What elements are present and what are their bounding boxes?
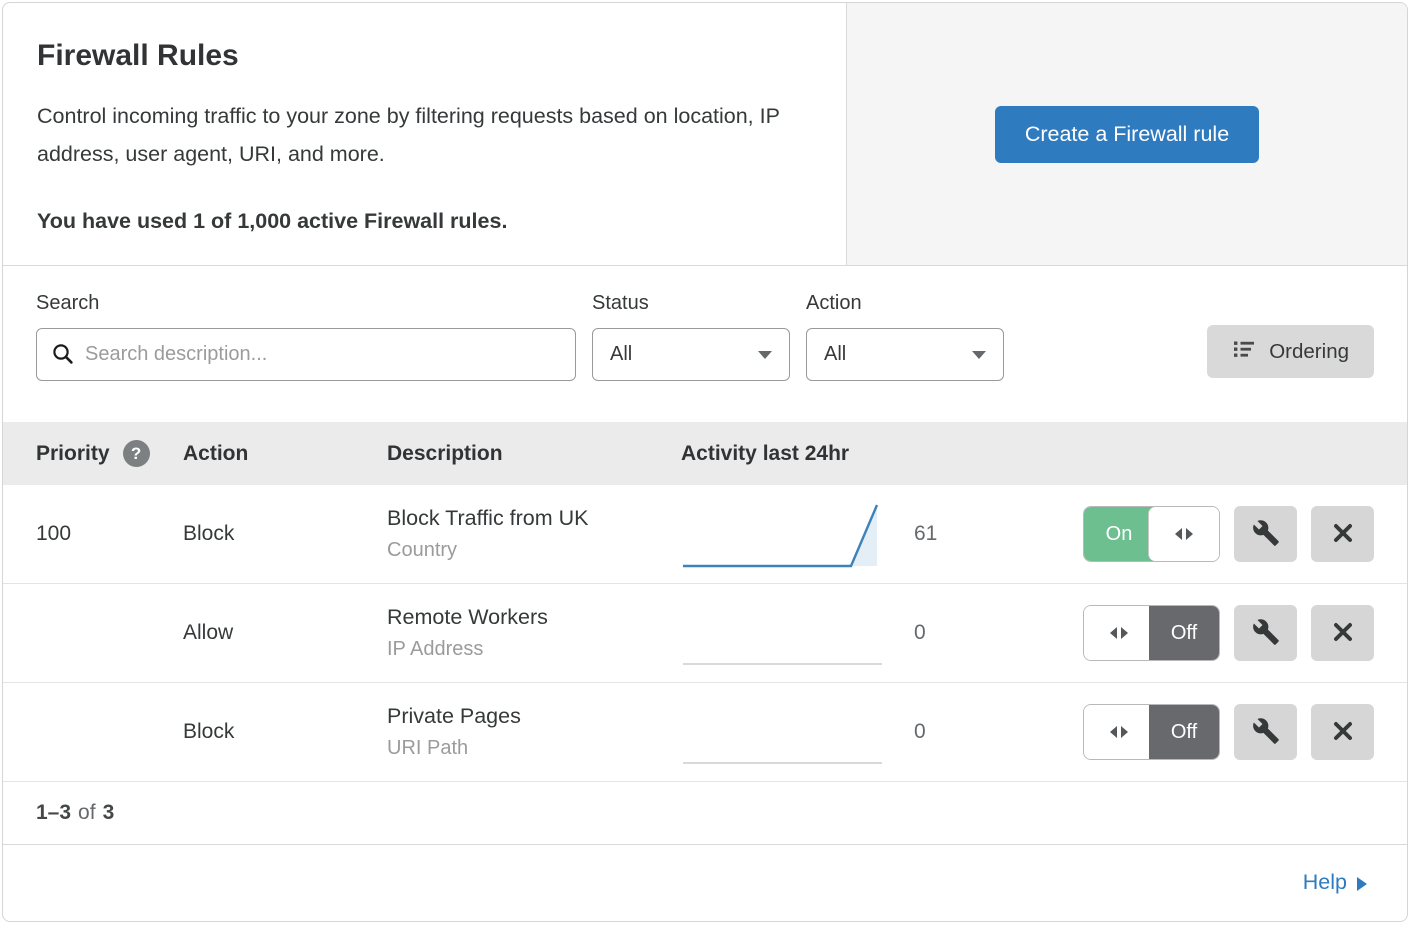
close-icon — [1330, 520, 1356, 549]
status-selected-value: All — [610, 343, 632, 366]
search-label: Search — [36, 292, 576, 315]
activity-count: 0 — [914, 720, 954, 744]
arrow-left-icon — [1175, 528, 1182, 540]
rule-priority: 100 — [3, 522, 183, 546]
arrow-left-icon — [1110, 726, 1117, 738]
toggle-state-label: Off — [1149, 705, 1219, 759]
rule-action: Block — [183, 720, 387, 744]
activity-sparkline — [681, 693, 886, 771]
toggle-drag-handle[interactable] — [1084, 705, 1155, 759]
action-select[interactable]: All — [806, 328, 1004, 381]
search-input[interactable] — [36, 328, 576, 381]
rule-description: Block Traffic from UK — [387, 506, 681, 531]
close-icon — [1330, 619, 1356, 648]
pagination-total: 3 — [103, 801, 115, 825]
create-firewall-rule-button[interactable]: Create a Firewall rule — [995, 106, 1259, 163]
rule-enabled-toggle[interactable]: Off — [1083, 704, 1220, 760]
chevron-down-icon — [758, 351, 772, 359]
chevron-right-icon — [1357, 877, 1367, 891]
column-activity: Activity last 24hr — [681, 442, 1067, 466]
rule-enabled-toggle[interactable]: Off — [1083, 605, 1220, 661]
toggle-state-label: Off — [1149, 606, 1219, 660]
ordering-button-label: Ordering — [1269, 340, 1349, 364]
ordering-list-icon — [1232, 337, 1256, 367]
rule-description: Private Pages — [387, 704, 681, 729]
column-priority: Priority — [36, 442, 110, 466]
firewall-rules-panel: Firewall Rules Control incoming traffic … — [2, 2, 1408, 922]
rule-type: URI Path — [387, 737, 681, 760]
table-row: 100 Block Block Traffic from UK Country … — [3, 485, 1407, 584]
table-header: Priority ? Action Description Activity l… — [3, 422, 1407, 485]
delete-rule-button[interactable] — [1311, 605, 1374, 661]
action-selected-value: All — [824, 343, 846, 366]
close-icon — [1330, 718, 1356, 747]
wrench-icon — [1252, 618, 1280, 649]
edit-rule-button[interactable] — [1234, 704, 1297, 760]
rule-description: Remote Workers — [387, 605, 681, 630]
ordering-button[interactable]: Ordering — [1207, 325, 1374, 378]
edit-rule-button[interactable] — [1234, 605, 1297, 661]
activity-sparkline — [681, 495, 886, 573]
activity-count: 61 — [914, 522, 954, 546]
rule-type: IP Address — [387, 638, 681, 661]
arrow-left-icon — [1110, 627, 1117, 639]
table-row: Allow Remote Workers IP Address 0 Off — [3, 584, 1407, 683]
filter-bar: Search Status All Action All — [3, 266, 1407, 422]
column-description: Description — [387, 442, 681, 466]
wrench-icon — [1252, 519, 1280, 550]
activity-count: 0 — [914, 621, 954, 645]
header: Firewall Rules Control incoming traffic … — [3, 3, 1407, 266]
priority-help-icon[interactable]: ? — [123, 440, 150, 467]
header-text: Firewall Rules Control incoming traffic … — [3, 3, 846, 265]
column-action: Action — [183, 442, 387, 466]
pagination-bar: 1–3 of 3 — [3, 782, 1407, 845]
help-link[interactable]: Help — [1303, 870, 1367, 895]
search-icon — [51, 342, 75, 371]
table-row: Block Private Pages URI Path 0 Off — [3, 683, 1407, 782]
usage-note: You have used 1 of 1,000 active Firewall… — [37, 209, 812, 234]
toggle-state-label: On — [1084, 507, 1154, 561]
action-filter-group: Action All — [806, 292, 1004, 422]
page-description: Control incoming traffic to your zone by… — [37, 97, 807, 173]
search-group: Search — [36, 292, 576, 422]
toggle-drag-handle[interactable] — [1084, 606, 1155, 660]
arrow-right-icon — [1121, 726, 1128, 738]
pagination-of-label: of — [78, 801, 96, 825]
chevron-down-icon — [972, 351, 986, 359]
status-label: Status — [592, 292, 790, 315]
delete-rule-button[interactable] — [1311, 704, 1374, 760]
pagination-range: 1–3 — [36, 801, 71, 825]
delete-rule-button[interactable] — [1311, 506, 1374, 562]
rule-enabled-toggle[interactable]: On — [1083, 506, 1220, 562]
rule-action: Allow — [183, 621, 387, 645]
status-select[interactable]: All — [592, 328, 790, 381]
status-filter-group: Status All — [592, 292, 790, 422]
arrow-right-icon — [1121, 627, 1128, 639]
rule-action: Block — [183, 522, 387, 546]
arrow-right-icon — [1186, 528, 1193, 540]
toggle-drag-handle[interactable] — [1148, 507, 1219, 561]
help-link-label: Help — [1303, 870, 1347, 895]
action-label: Action — [806, 292, 1004, 315]
help-bar: Help — [3, 845, 1407, 920]
edit-rule-button[interactable] — [1234, 506, 1297, 562]
header-action-panel: Create a Firewall rule — [846, 3, 1407, 265]
activity-sparkline — [681, 594, 886, 672]
page-title: Firewall Rules — [37, 39, 812, 73]
wrench-icon — [1252, 717, 1280, 748]
rule-type: Country — [387, 539, 681, 562]
